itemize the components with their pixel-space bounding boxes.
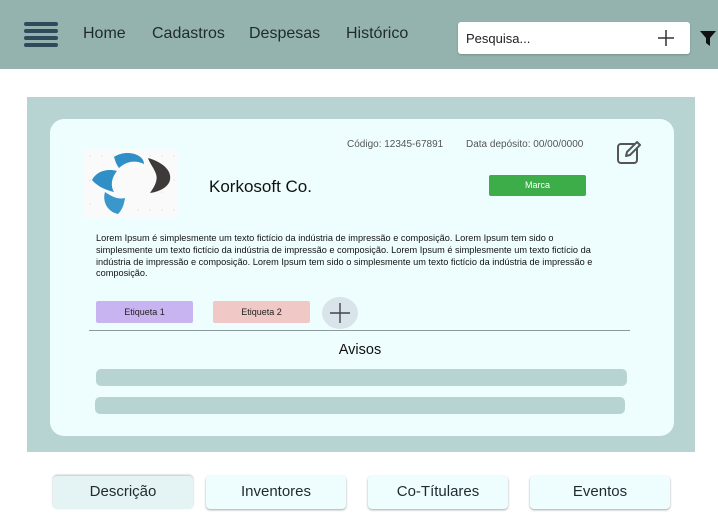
edit-icon[interactable] <box>615 138 643 166</box>
tag-2[interactable]: Etiqueta 2 <box>213 301 310 323</box>
notices-title: Avisos <box>338 342 382 358</box>
notice-item[interactable] <box>96 369 627 386</box>
plus-icon[interactable] <box>656 28 676 48</box>
deposit-date: Data depósito: 00/00/0000 <box>466 139 584 150</box>
top-navigation-bar: Home Cadastros Despesas Histórico <box>0 0 718 69</box>
search-input[interactable] <box>466 28 646 48</box>
nav-item-home[interactable]: Home <box>83 25 126 43</box>
nav-item-despesas[interactable]: Despesas <box>249 25 320 43</box>
filter-icon[interactable] <box>699 29 717 47</box>
add-tag-button[interactable] <box>322 297 358 329</box>
search-box <box>458 22 690 54</box>
record-code: Código: 12345-67891 <box>347 139 444 150</box>
tab-eventos[interactable]: Eventos <box>530 476 670 509</box>
company-name: Korkosoft Co. <box>209 177 312 196</box>
tab-co-titulares[interactable]: Co-Títulares <box>368 476 508 509</box>
tab-inventores[interactable]: Inventores <box>206 476 346 509</box>
company-logo <box>84 150 178 218</box>
notice-item[interactable] <box>95 397 625 414</box>
tag-1[interactable]: Etiqueta 1 <box>96 301 193 323</box>
divider <box>89 330 630 331</box>
hamburger-menu-icon[interactable] <box>24 22 58 48</box>
record-description: Lorem Ipsum é simplesmente um texto fict… <box>96 233 593 279</box>
nav-item-cadastros[interactable]: Cadastros <box>152 25 225 43</box>
plus-icon <box>330 303 350 323</box>
brand-button[interactable]: Marca <box>489 175 586 196</box>
nav-item-historico[interactable]: Histórico <box>346 25 408 43</box>
tab-descricao[interactable]: Descrição <box>53 476 193 509</box>
